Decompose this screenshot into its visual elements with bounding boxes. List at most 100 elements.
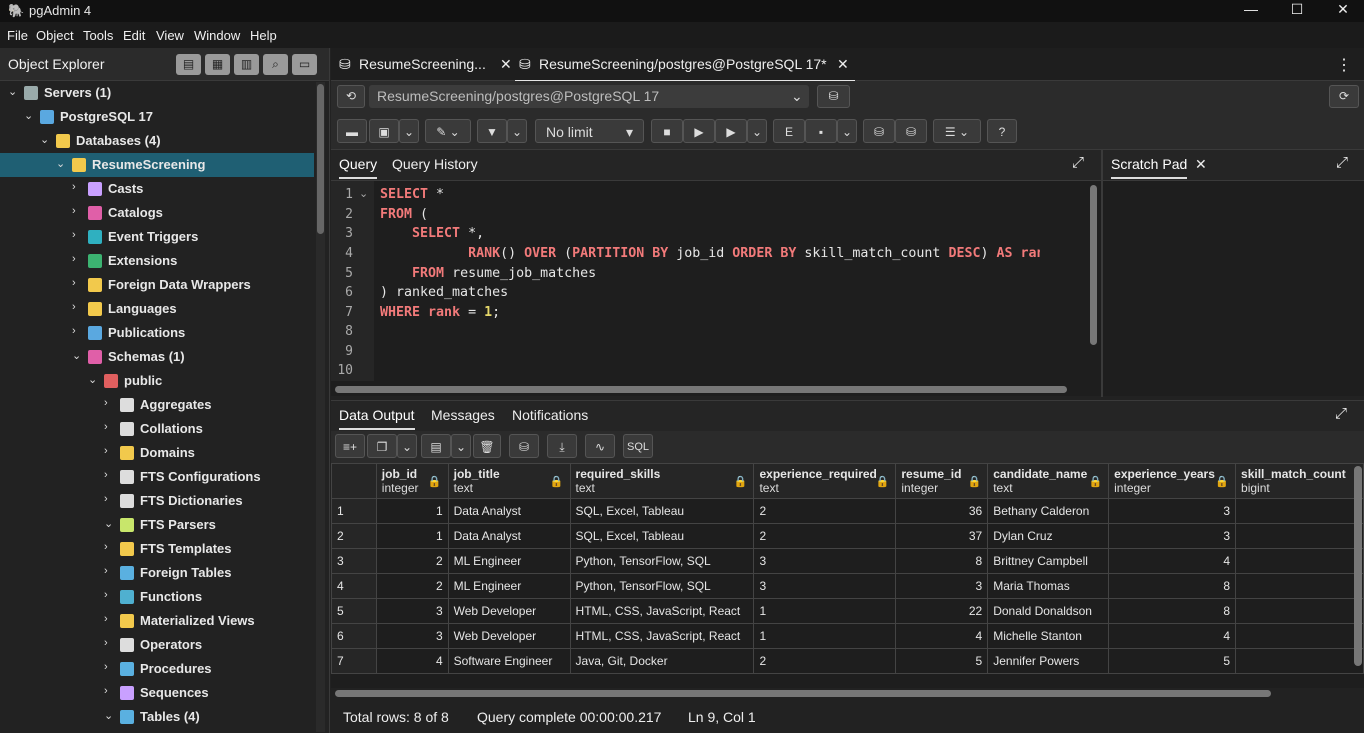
chevron-right-icon[interactable]: ›: [72, 277, 84, 289]
cell-candidate-name[interactable]: Maria Thomas: [987, 573, 1110, 599]
cell-skill-match-count[interactable]: [1235, 573, 1364, 599]
filter-rows-button[interactable]: ▥: [234, 54, 259, 75]
column-header-job-title[interactable]: job_title text 🔒: [447, 463, 571, 499]
tab-query[interactable]: Query: [339, 156, 378, 179]
kebab-icon[interactable]: ⋮: [1336, 55, 1352, 75]
cell-skill-match-count[interactable]: [1235, 498, 1364, 524]
tree-item-tables-4[interactable]: ⌄ Tables (4): [0, 705, 314, 729]
cell-resume-id[interactable]: 5: [895, 648, 989, 674]
delete-button[interactable]: 🗑: [473, 434, 501, 458]
edit-button[interactable]: ✎ ⌄: [425, 119, 471, 143]
cell-skill-match-count[interactable]: [1235, 523, 1364, 549]
table-row[interactable]: 2 1 Data Analyst SQL, Excel, Tableau 2 37 Dyla…: [331, 523, 1364, 549]
tree-item-postgresql-17[interactable]: ⌄ PostgreSQL 17: [0, 105, 314, 129]
tree-item-resumescreening[interactable]: ⌄ ResumeScreening: [0, 153, 314, 177]
tree-item-schemas-1[interactable]: ⌄ Schemas (1): [0, 345, 314, 369]
row-number[interactable]: 7: [331, 648, 377, 674]
cell-experience-years[interactable]: 3: [1108, 523, 1237, 549]
refresh-button[interactable]: ⟳: [1329, 85, 1359, 108]
chevron-down-icon[interactable]: ⌄: [72, 349, 84, 362]
chevron-right-icon[interactable]: ›: [72, 229, 84, 241]
column-header-resume-id[interactable]: resume_id integer 🔒: [895, 463, 989, 499]
cell-experience-required[interactable]: 2: [753, 523, 897, 549]
cell-resume-id[interactable]: 4: [895, 623, 989, 649]
cell-job-id[interactable]: 2: [375, 573, 449, 599]
editor-vertical-scrollbar[interactable]: [1090, 185, 1097, 345]
cell-resume-id[interactable]: 36: [895, 498, 989, 524]
cell-job-id[interactable]: 1: [375, 523, 449, 549]
tab-scratch-pad[interactable]: Scratch Pad: [1111, 156, 1188, 179]
cell-experience-years[interactable]: 5: [1108, 648, 1237, 674]
tree-item-fts-configurations[interactable]: › FTS Configurations: [0, 465, 314, 489]
row-number[interactable]: 3: [331, 548, 377, 574]
cell-experience-required[interactable]: 1: [753, 598, 897, 624]
chevron-right-icon[interactable]: ›: [104, 685, 116, 697]
row-number[interactable]: 4: [331, 573, 377, 599]
cell-resume-id[interactable]: 3: [895, 573, 989, 599]
cell-experience-years[interactable]: 3: [1108, 498, 1237, 524]
open-file-button[interactable]: ▬: [337, 119, 367, 143]
cell-job-title[interactable]: Software Engineer: [447, 648, 571, 674]
chevron-down-icon[interactable]: ⌄: [104, 709, 116, 722]
cell-required-skills[interactable]: HTML, CSS, JavaScript, React: [569, 598, 755, 624]
cell-required-skills[interactable]: Java, Git, Docker: [569, 648, 755, 674]
tree-item-languages[interactable]: › Languages: [0, 297, 314, 321]
chevron-right-icon[interactable]: ›: [104, 421, 116, 433]
execute-button[interactable]: ▶: [683, 119, 715, 143]
connection-status-button[interactable]: ⟲: [337, 85, 365, 108]
tree-scrollbar-thumb[interactable]: [317, 84, 324, 234]
cell-candidate-name[interactable]: Dylan Cruz: [987, 523, 1110, 549]
grid-horizontal-scrollbar[interactable]: [335, 690, 1271, 697]
cell-job-id[interactable]: 1: [375, 498, 449, 524]
column-header-job-id[interactable]: job_id integer 🔒: [375, 463, 449, 499]
add-row-button[interactable]: ≡+: [335, 434, 365, 458]
cell-skill-match-count[interactable]: [1235, 648, 1364, 674]
table-row[interactable]: 7 4 Software Engineer Java, Git, Docker 2 5 Je…: [331, 648, 1364, 674]
tree-item-fts-parsers[interactable]: ⌄ FTS Parsers: [0, 513, 314, 537]
chevron-down-icon[interactable]: ⌄: [8, 85, 20, 98]
column-header-experience-required[interactable]: experience_required text 🔒: [753, 463, 897, 499]
cell-job-title[interactable]: Data Analyst: [447, 523, 571, 549]
chevron-right-icon[interactable]: ›: [72, 253, 84, 265]
psql-tool-button[interactable]: ▭: [292, 54, 317, 75]
save-data-button[interactable]: ⛁: [509, 434, 539, 458]
cell-skill-match-count[interactable]: [1235, 548, 1364, 574]
cell-candidate-name[interactable]: Michelle Stanton: [987, 623, 1110, 649]
graph-visualiser-button[interactable]: ∿: [585, 434, 615, 458]
cell-required-skills[interactable]: Python, TensorFlow, SQL: [569, 573, 755, 599]
fold-chevron-icon[interactable]: ⌄: [359, 187, 368, 200]
chevron-right-icon[interactable]: ›: [104, 613, 116, 625]
tree-item-fts-dictionaries[interactable]: › FTS Dictionaries: [0, 489, 314, 513]
save-dropdown-button[interactable]: ⌄: [399, 119, 419, 143]
paste-button[interactable]: ▤: [421, 434, 451, 458]
cell-experience-required[interactable]: 3: [753, 548, 897, 574]
cell-experience-years[interactable]: 4: [1108, 623, 1237, 649]
stop-button[interactable]: ■: [651, 119, 683, 143]
cell-job-title[interactable]: ML Engineer: [447, 573, 571, 599]
cell-job-title[interactable]: Web Developer: [447, 623, 571, 649]
menu-help[interactable]: Help: [250, 28, 277, 43]
tree-item-procedures[interactable]: › Procedures: [0, 657, 314, 681]
object-explorer-db-button[interactable]: ▤: [176, 54, 201, 75]
tree-item-operators[interactable]: › Operators: [0, 633, 314, 657]
explain-analyze-button[interactable]: ▪: [805, 119, 837, 143]
table-row[interactable]: 5 3 Web Developer HTML, CSS, JavaScript, Re…: [331, 598, 1364, 624]
chevron-right-icon[interactable]: ›: [104, 469, 116, 481]
chevron-right-icon[interactable]: ›: [104, 541, 116, 553]
cell-job-id[interactable]: 3: [375, 623, 449, 649]
cell-experience-years[interactable]: 8: [1108, 573, 1237, 599]
tab-data-output[interactable]: Data Output: [339, 407, 415, 430]
view-data-button[interactable]: ▦: [205, 54, 230, 75]
row-number[interactable]: 6: [331, 623, 377, 649]
filter-button[interactable]: ▼: [477, 119, 507, 143]
chevron-down-icon[interactable]: ⌄: [104, 517, 116, 530]
chevron-down-icon[interactable]: ⌄: [56, 157, 68, 170]
rollback-button[interactable]: ⛁: [895, 119, 927, 143]
cell-candidate-name[interactable]: Bethany Calderon: [987, 498, 1110, 524]
cell-required-skills[interactable]: HTML, CSS, JavaScript, React: [569, 623, 755, 649]
expand-icon[interactable]: ⤢: [1335, 405, 1347, 422]
tree-item-foreign-tables[interactable]: › Foreign Tables: [0, 561, 314, 585]
tab-resumescreening-2[interactable]: ⛁ ResumeScreening/postgres@PostgreSQL 17…: [515, 48, 855, 82]
table-row[interactable]: 6 3 Web Developer HTML, CSS, JavaScript, Re…: [331, 623, 1364, 649]
maximize-button[interactable]: ☐: [1274, 0, 1320, 22]
